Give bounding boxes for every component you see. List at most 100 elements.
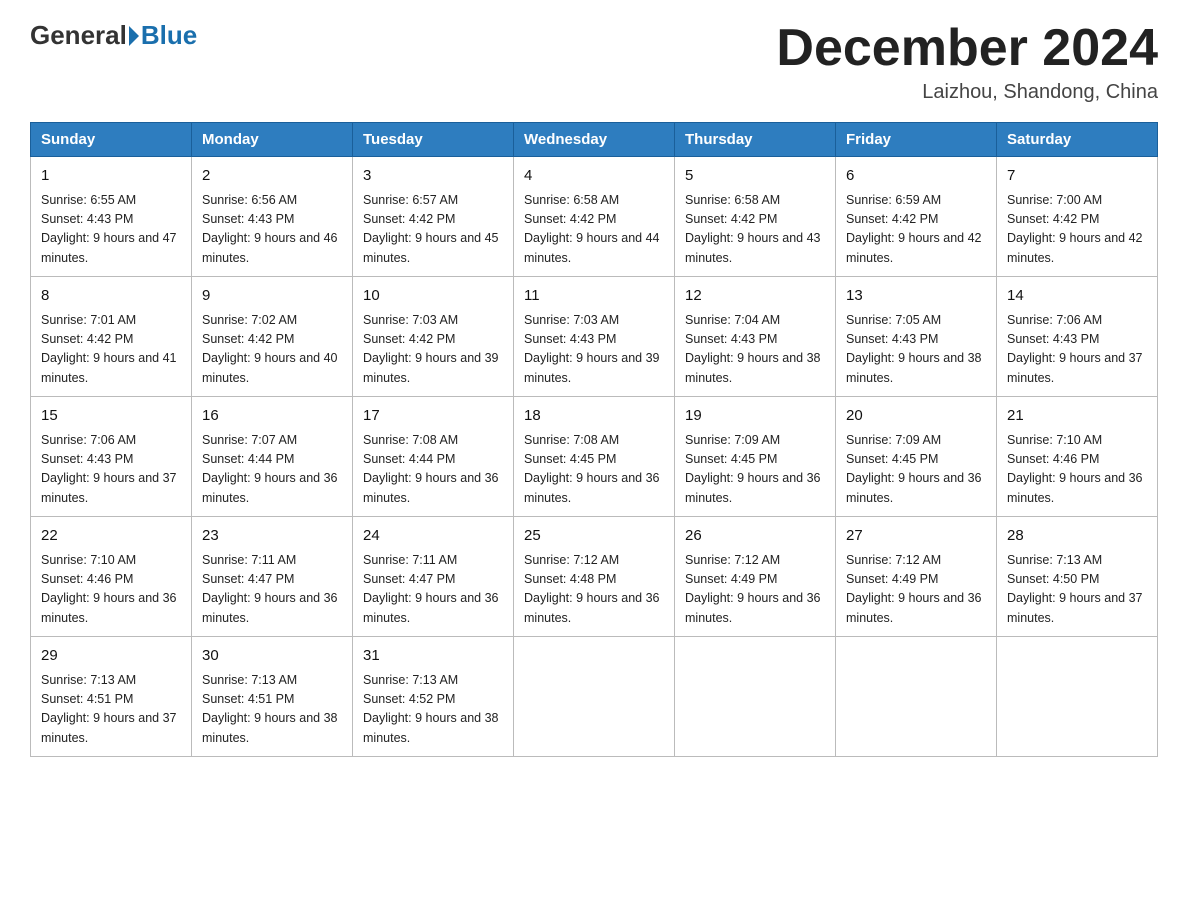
day-info: Sunrise: 6:56 AMSunset: 4:43 PMDaylight:… (202, 191, 342, 269)
day-info: Sunrise: 7:09 AMSunset: 4:45 PMDaylight:… (685, 431, 825, 509)
day-number: 1 (41, 165, 181, 188)
table-row: 20Sunrise: 7:09 AMSunset: 4:45 PMDayligh… (836, 397, 997, 517)
day-number: 6 (846, 165, 986, 188)
day-number: 23 (202, 525, 342, 548)
day-info: Sunrise: 7:00 AMSunset: 4:42 PMDaylight:… (1007, 191, 1147, 269)
day-number: 24 (363, 525, 503, 548)
table-row: 29Sunrise: 7:13 AMSunset: 4:51 PMDayligh… (31, 637, 192, 757)
title-block: December 2024 Laizhou, Shandong, China (776, 20, 1158, 104)
day-number: 18 (524, 405, 664, 428)
table-row: 25 Sunrise: 7:12 AMSunset: 4:48 PMDayligh… (514, 517, 675, 637)
logo: General Blue (30, 20, 197, 51)
day-number: 12 (685, 285, 825, 308)
table-row: 5 Sunrise: 6:58 AMSunset: 4:42 PMDaylight… (675, 157, 836, 277)
day-info: Sunrise: 7:12 AMSunset: 4:49 PMDaylight:… (685, 551, 825, 629)
day-number: 8 (41, 285, 181, 308)
day-info: Sunrise: 7:08 AMSunset: 4:45 PMDaylight:… (524, 431, 664, 509)
page-header: General Blue December 2024 Laizhou, Shan… (30, 20, 1158, 104)
day-info: Sunrise: 6:58 AMSunset: 4:42 PMDaylight:… (685, 191, 825, 269)
table-row: 28 Sunrise: 7:13 AMSunset: 4:50 PMDayligh… (997, 517, 1158, 637)
table-row: 15 Sunrise: 7:06 AMSunset: 4:43 PMDayligh… (31, 397, 192, 517)
table-row: 17Sunrise: 7:08 AMSunset: 4:44 PMDayligh… (353, 397, 514, 517)
table-row: 1Sunrise: 6:55 AMSunset: 4:43 PMDaylight… (31, 157, 192, 277)
day-number: 13 (846, 285, 986, 308)
month-title: December 2024 (776, 20, 1158, 77)
header-monday: Monday (192, 123, 353, 157)
day-info: Sunrise: 7:06 AMSunset: 4:43 PMDaylight:… (1007, 311, 1147, 389)
day-info: Sunrise: 7:05 AMSunset: 4:43 PMDaylight:… (846, 311, 986, 389)
location-label: Laizhou, Shandong, China (776, 81, 1158, 104)
table-row: 3 Sunrise: 6:57 AMSunset: 4:42 PMDaylight… (353, 157, 514, 277)
day-number: 5 (685, 165, 825, 188)
table-row: 19 Sunrise: 7:09 AMSunset: 4:45 PMDayligh… (675, 397, 836, 517)
logo-arrow-icon (129, 26, 139, 46)
day-number: 25 (524, 525, 664, 548)
day-info: Sunrise: 7:03 AMSunset: 4:43 PMDaylight:… (524, 311, 664, 389)
header-tuesday: Tuesday (353, 123, 514, 157)
header-saturday: Saturday (997, 123, 1158, 157)
day-info: Sunrise: 7:03 AMSunset: 4:42 PMDaylight:… (363, 311, 503, 389)
header-friday: Friday (836, 123, 997, 157)
day-info: Sunrise: 7:01 AMSunset: 4:42 PMDaylight:… (41, 311, 181, 389)
day-info: Sunrise: 7:13 AMSunset: 4:52 PMDaylight:… (363, 671, 503, 749)
day-number: 10 (363, 285, 503, 308)
table-row (836, 637, 997, 757)
table-row: 18 Sunrise: 7:08 AMSunset: 4:45 PMDayligh… (514, 397, 675, 517)
day-number: 30 (202, 645, 342, 668)
table-row: 9 Sunrise: 7:02 AMSunset: 4:42 PMDaylight… (192, 277, 353, 397)
day-number: 28 (1007, 525, 1147, 548)
day-number: 29 (41, 645, 181, 668)
day-info: Sunrise: 6:58 AMSunset: 4:42 PMDaylight:… (524, 191, 664, 269)
day-number: 15 (41, 405, 181, 428)
table-row: 22Sunrise: 7:10 AMSunset: 4:46 PMDayligh… (31, 517, 192, 637)
table-row: 26Sunrise: 7:12 AMSunset: 4:49 PMDayligh… (675, 517, 836, 637)
table-row: 27 Sunrise: 7:12 AMSunset: 4:49 PMDayligh… (836, 517, 997, 637)
calendar-week-row: 29Sunrise: 7:13 AMSunset: 4:51 PMDayligh… (31, 637, 1158, 757)
header-thursday: Thursday (675, 123, 836, 157)
table-row: 4Sunrise: 6:58 AMSunset: 4:42 PMDaylight… (514, 157, 675, 277)
day-number: 21 (1007, 405, 1147, 428)
weekday-header-row: Sunday Monday Tuesday Wednesday Thursday… (31, 123, 1158, 157)
day-number: 7 (1007, 165, 1147, 188)
table-row: 30Sunrise: 7:13 AMSunset: 4:51 PMDayligh… (192, 637, 353, 757)
day-number: 9 (202, 285, 342, 308)
table-row (514, 637, 675, 757)
day-info: Sunrise: 7:10 AMSunset: 4:46 PMDaylight:… (41, 551, 181, 629)
day-number: 11 (524, 285, 664, 308)
day-number: 14 (1007, 285, 1147, 308)
table-row: 24Sunrise: 7:11 AMSunset: 4:47 PMDayligh… (353, 517, 514, 637)
table-row: 6 Sunrise: 6:59 AMSunset: 4:42 PMDaylight… (836, 157, 997, 277)
day-number: 31 (363, 645, 503, 668)
day-number: 27 (846, 525, 986, 548)
day-info: Sunrise: 6:57 AMSunset: 4:42 PMDaylight:… (363, 191, 503, 269)
day-info: Sunrise: 7:13 AMSunset: 4:50 PMDaylight:… (1007, 551, 1147, 629)
calendar-week-row: 8 Sunrise: 7:01 AMSunset: 4:42 PMDaylight… (31, 277, 1158, 397)
table-row: 12 Sunrise: 7:04 AMSunset: 4:43 PMDayligh… (675, 277, 836, 397)
table-row: 2 Sunrise: 6:56 AMSunset: 4:43 PMDaylight… (192, 157, 353, 277)
day-info: Sunrise: 7:06 AMSunset: 4:43 PMDaylight:… (41, 431, 181, 509)
day-info: Sunrise: 7:08 AMSunset: 4:44 PMDaylight:… (363, 431, 503, 509)
table-row: 13 Sunrise: 7:05 AMSunset: 4:43 PMDayligh… (836, 277, 997, 397)
day-info: Sunrise: 7:04 AMSunset: 4:43 PMDaylight:… (685, 311, 825, 389)
day-info: Sunrise: 7:12 AMSunset: 4:49 PMDaylight:… (846, 551, 986, 629)
calendar-week-row: 22Sunrise: 7:10 AMSunset: 4:46 PMDayligh… (31, 517, 1158, 637)
table-row: 11 Sunrise: 7:03 AMSunset: 4:43 PMDayligh… (514, 277, 675, 397)
day-info: Sunrise: 7:02 AMSunset: 4:42 PMDaylight:… (202, 311, 342, 389)
table-row: 16Sunrise: 7:07 AMSunset: 4:44 PMDayligh… (192, 397, 353, 517)
table-row: 8 Sunrise: 7:01 AMSunset: 4:42 PMDaylight… (31, 277, 192, 397)
table-row: 23 Sunrise: 7:11 AMSunset: 4:47 PMDayligh… (192, 517, 353, 637)
table-row: 7 Sunrise: 7:00 AMSunset: 4:42 PMDaylight… (997, 157, 1158, 277)
calendar-table: Sunday Monday Tuesday Wednesday Thursday… (30, 122, 1158, 757)
day-info: Sunrise: 7:10 AMSunset: 4:46 PMDaylight:… (1007, 431, 1147, 509)
day-info: Sunrise: 7:12 AMSunset: 4:48 PMDaylight:… (524, 551, 664, 629)
day-number: 19 (685, 405, 825, 428)
day-number: 20 (846, 405, 986, 428)
logo-general-text: General (30, 20, 127, 51)
day-number: 2 (202, 165, 342, 188)
table-row: 31 Sunrise: 7:13 AMSunset: 4:52 PMDayligh… (353, 637, 514, 757)
day-info: Sunrise: 6:59 AMSunset: 4:42 PMDaylight:… (846, 191, 986, 269)
calendar-week-row: 15 Sunrise: 7:06 AMSunset: 4:43 PMDayligh… (31, 397, 1158, 517)
table-row: 10 Sunrise: 7:03 AMSunset: 4:42 PMDayligh… (353, 277, 514, 397)
day-info: Sunrise: 7:11 AMSunset: 4:47 PMDaylight:… (202, 551, 342, 629)
day-number: 3 (363, 165, 503, 188)
